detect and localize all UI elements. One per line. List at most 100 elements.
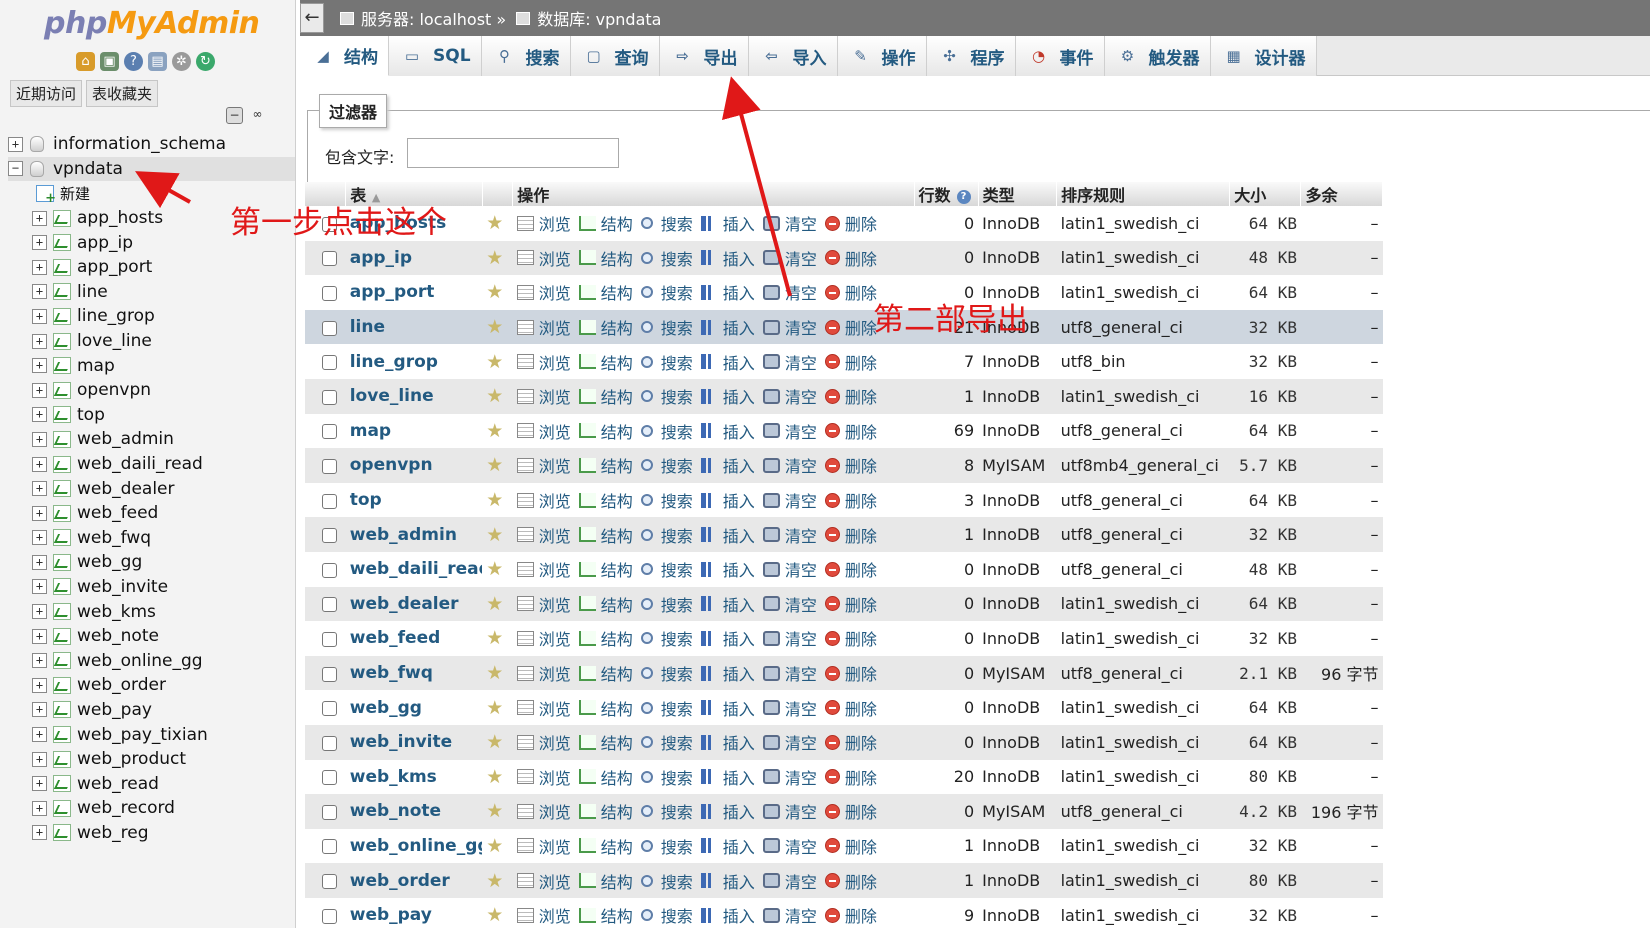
tree-table-item[interactable]: + web_online_gg bbox=[8, 648, 295, 673]
insert-action[interactable]: 插入 bbox=[700, 696, 755, 720]
help-icon[interactable]: ? bbox=[124, 52, 143, 71]
table-row[interactable]: love_line ★ 浏览 结构 搜索 插入 清空 删除 1 InnoDB latin1_swed… bbox=[305, 378, 1383, 414]
tree-table-item[interactable]: + web_pay bbox=[8, 698, 295, 723]
drop-action[interactable]: 删除 bbox=[824, 696, 877, 720]
expand-icon[interactable]: + bbox=[32, 702, 47, 718]
expand-icon[interactable]: + bbox=[32, 308, 47, 324]
empty-action[interactable]: 清空 bbox=[762, 453, 817, 477]
structure-action[interactable]: 结构 bbox=[578, 419, 633, 443]
insert-action[interactable]: 插入 bbox=[700, 419, 755, 443]
browse-action[interactable]: 浏览 bbox=[516, 834, 571, 858]
empty-action[interactable]: 清空 bbox=[762, 799, 817, 823]
table-row[interactable]: web_invite ★ 浏览 结构 搜索 插入 清空 删除 0 InnoDB latin1_swe… bbox=[305, 724, 1383, 760]
help-icon[interactable]: ? bbox=[956, 189, 971, 204]
row-checkbox[interactable] bbox=[322, 355, 337, 371]
insert-action[interactable]: 插入 bbox=[700, 350, 755, 374]
tree-table-item[interactable]: + line_grop bbox=[8, 304, 295, 329]
search-action[interactable]: 搜索 bbox=[640, 280, 693, 304]
table-row[interactable]: line_grop ★ 浏览 结构 搜索 插入 清空 删除 7 InnoDB utf8_bin 32 … bbox=[305, 344, 1383, 379]
expand-icon[interactable]: + bbox=[32, 800, 47, 816]
row-checkbox[interactable] bbox=[322, 839, 337, 855]
drop-action[interactable]: 删除 bbox=[824, 315, 877, 339]
empty-action[interactable]: 清空 bbox=[762, 419, 817, 443]
search-action[interactable]: 搜索 bbox=[640, 869, 693, 893]
search-action[interactable]: 搜索 bbox=[640, 765, 693, 789]
tree-table-item[interactable]: + web_dealer bbox=[8, 476, 295, 501]
browse-action[interactable]: 浏览 bbox=[516, 626, 571, 650]
breadcrumb-database[interactable]: 数据库: vpndata bbox=[537, 6, 661, 30]
recent-tab[interactable]: 近期访问 bbox=[10, 80, 83, 107]
browse-action[interactable]: 浏览 bbox=[516, 419, 571, 443]
insert-action[interactable]: 插入 bbox=[700, 280, 755, 304]
drop-action[interactable]: 删除 bbox=[824, 834, 877, 858]
structure-action[interactable]: 结构 bbox=[578, 696, 633, 720]
drop-action[interactable]: 删除 bbox=[824, 419, 877, 443]
table-name-link[interactable]: web_fwq bbox=[350, 663, 433, 683]
tree-table-item[interactable]: + web_product bbox=[8, 747, 295, 772]
tab-routines[interactable]: ✣ 程序 bbox=[926, 36, 1016, 76]
expand-icon[interactable]: + bbox=[32, 751, 47, 767]
empty-action[interactable]: 清空 bbox=[762, 280, 817, 304]
star-icon[interactable]: ★ bbox=[486, 454, 503, 476]
collapse-icon[interactable]: − bbox=[8, 161, 23, 177]
browse-action[interactable]: 浏览 bbox=[516, 696, 571, 720]
search-action[interactable]: 搜索 bbox=[640, 350, 693, 374]
browse-action[interactable]: 浏览 bbox=[516, 592, 571, 616]
star-icon[interactable]: ★ bbox=[486, 697, 503, 719]
tree-table-item[interactable]: + web_record bbox=[8, 796, 295, 821]
expand-icon[interactable]: + bbox=[32, 727, 47, 743]
gear-icon[interactable]: ✲ bbox=[172, 52, 191, 71]
expand-icon[interactable]: + bbox=[32, 825, 47, 841]
tab-events[interactable]: ◔ 事件 bbox=[1015, 36, 1105, 76]
table-name-link[interactable]: web_daili_read bbox=[350, 559, 482, 579]
table-row[interactable]: web_fwq ★ 浏览 结构 搜索 插入 清空 删除 0 MyISAM utf8_general_… bbox=[305, 655, 1383, 691]
browse-action[interactable]: 浏览 bbox=[516, 280, 571, 304]
insert-action[interactable]: 插入 bbox=[700, 765, 755, 789]
insert-action[interactable]: 插入 bbox=[700, 557, 755, 581]
row-checkbox[interactable] bbox=[322, 735, 337, 751]
row-checkbox[interactable] bbox=[322, 528, 337, 544]
header-size[interactable]: 大小 bbox=[1229, 182, 1302, 206]
star-icon[interactable]: ★ bbox=[486, 627, 503, 649]
table-name-link[interactable]: web_admin bbox=[350, 525, 457, 545]
row-checkbox[interactable] bbox=[322, 493, 337, 509]
table-row[interactable]: app_port ★ 浏览 结构 搜索 插入 清空 删除 0 InnoDB latin1_swedi… bbox=[305, 275, 1383, 310]
expand-icon[interactable]: + bbox=[32, 481, 47, 497]
tree-table-item[interactable]: + web_kms bbox=[8, 599, 295, 624]
tree-db-vpndata[interactable]: − vpndata bbox=[8, 156, 295, 182]
tree-table-item[interactable]: + web_note bbox=[8, 624, 295, 649]
drop-action[interactable]: 删除 bbox=[824, 765, 877, 789]
empty-action[interactable]: 清空 bbox=[762, 557, 817, 581]
search-action[interactable]: 搜索 bbox=[640, 453, 693, 477]
browse-action[interactable]: 浏览 bbox=[516, 903, 571, 927]
table-name-link[interactable]: web_note bbox=[350, 801, 441, 821]
tree-table-item[interactable]: + web_gg bbox=[8, 550, 295, 575]
insert-action[interactable]: 插入 bbox=[700, 523, 755, 547]
table-row[interactable]: web_kms ★ 浏览 结构 搜索 插入 清空 删除 20 InnoDB latin1_swedi… bbox=[305, 759, 1383, 795]
row-checkbox[interactable] bbox=[322, 389, 337, 405]
drop-action[interactable]: 删除 bbox=[824, 557, 877, 581]
insert-action[interactable]: 插入 bbox=[700, 903, 755, 927]
browse-action[interactable]: 浏览 bbox=[516, 384, 571, 408]
browse-action[interactable]: 浏览 bbox=[516, 315, 571, 339]
tab-query[interactable]: ▢ 查询 bbox=[570, 36, 660, 76]
breadcrumb-server[interactable]: 服务器: localhost » bbox=[361, 6, 506, 30]
browse-action[interactable]: 浏览 bbox=[516, 350, 571, 374]
tree-table-item[interactable]: + openvpn bbox=[8, 378, 295, 403]
structure-action[interactable]: 结构 bbox=[578, 626, 633, 650]
drop-action[interactable]: 删除 bbox=[824, 523, 877, 547]
table-name-link[interactable]: web_online_gg bbox=[350, 836, 482, 856]
tree-table-item[interactable]: + web_invite bbox=[8, 575, 295, 600]
structure-action[interactable]: 结构 bbox=[578, 211, 633, 235]
expand-icon[interactable]: + bbox=[32, 235, 47, 251]
insert-action[interactable]: 插入 bbox=[700, 730, 755, 754]
filter-input[interactable] bbox=[407, 138, 619, 168]
table-row[interactable]: web_order ★ 浏览 结构 搜索 插入 清空 删除 1 InnoDB latin1_swed… bbox=[305, 863, 1383, 898]
table-row[interactable]: app_ip ★ 浏览 结构 搜索 插入 清空 删除 0 InnoDB latin1_swedish… bbox=[305, 240, 1383, 276]
browse-action[interactable]: 浏览 bbox=[516, 557, 571, 581]
star-icon[interactable]: ★ bbox=[486, 870, 503, 892]
insert-action[interactable]: 插入 bbox=[700, 488, 755, 512]
star-icon[interactable]: ★ bbox=[486, 835, 503, 857]
table-row[interactable]: line ★ 浏览 结构 搜索 插入 清空 删除 21 InnoDB utf8_general_ci… bbox=[305, 309, 1383, 345]
structure-action[interactable]: 结构 bbox=[578, 315, 633, 339]
